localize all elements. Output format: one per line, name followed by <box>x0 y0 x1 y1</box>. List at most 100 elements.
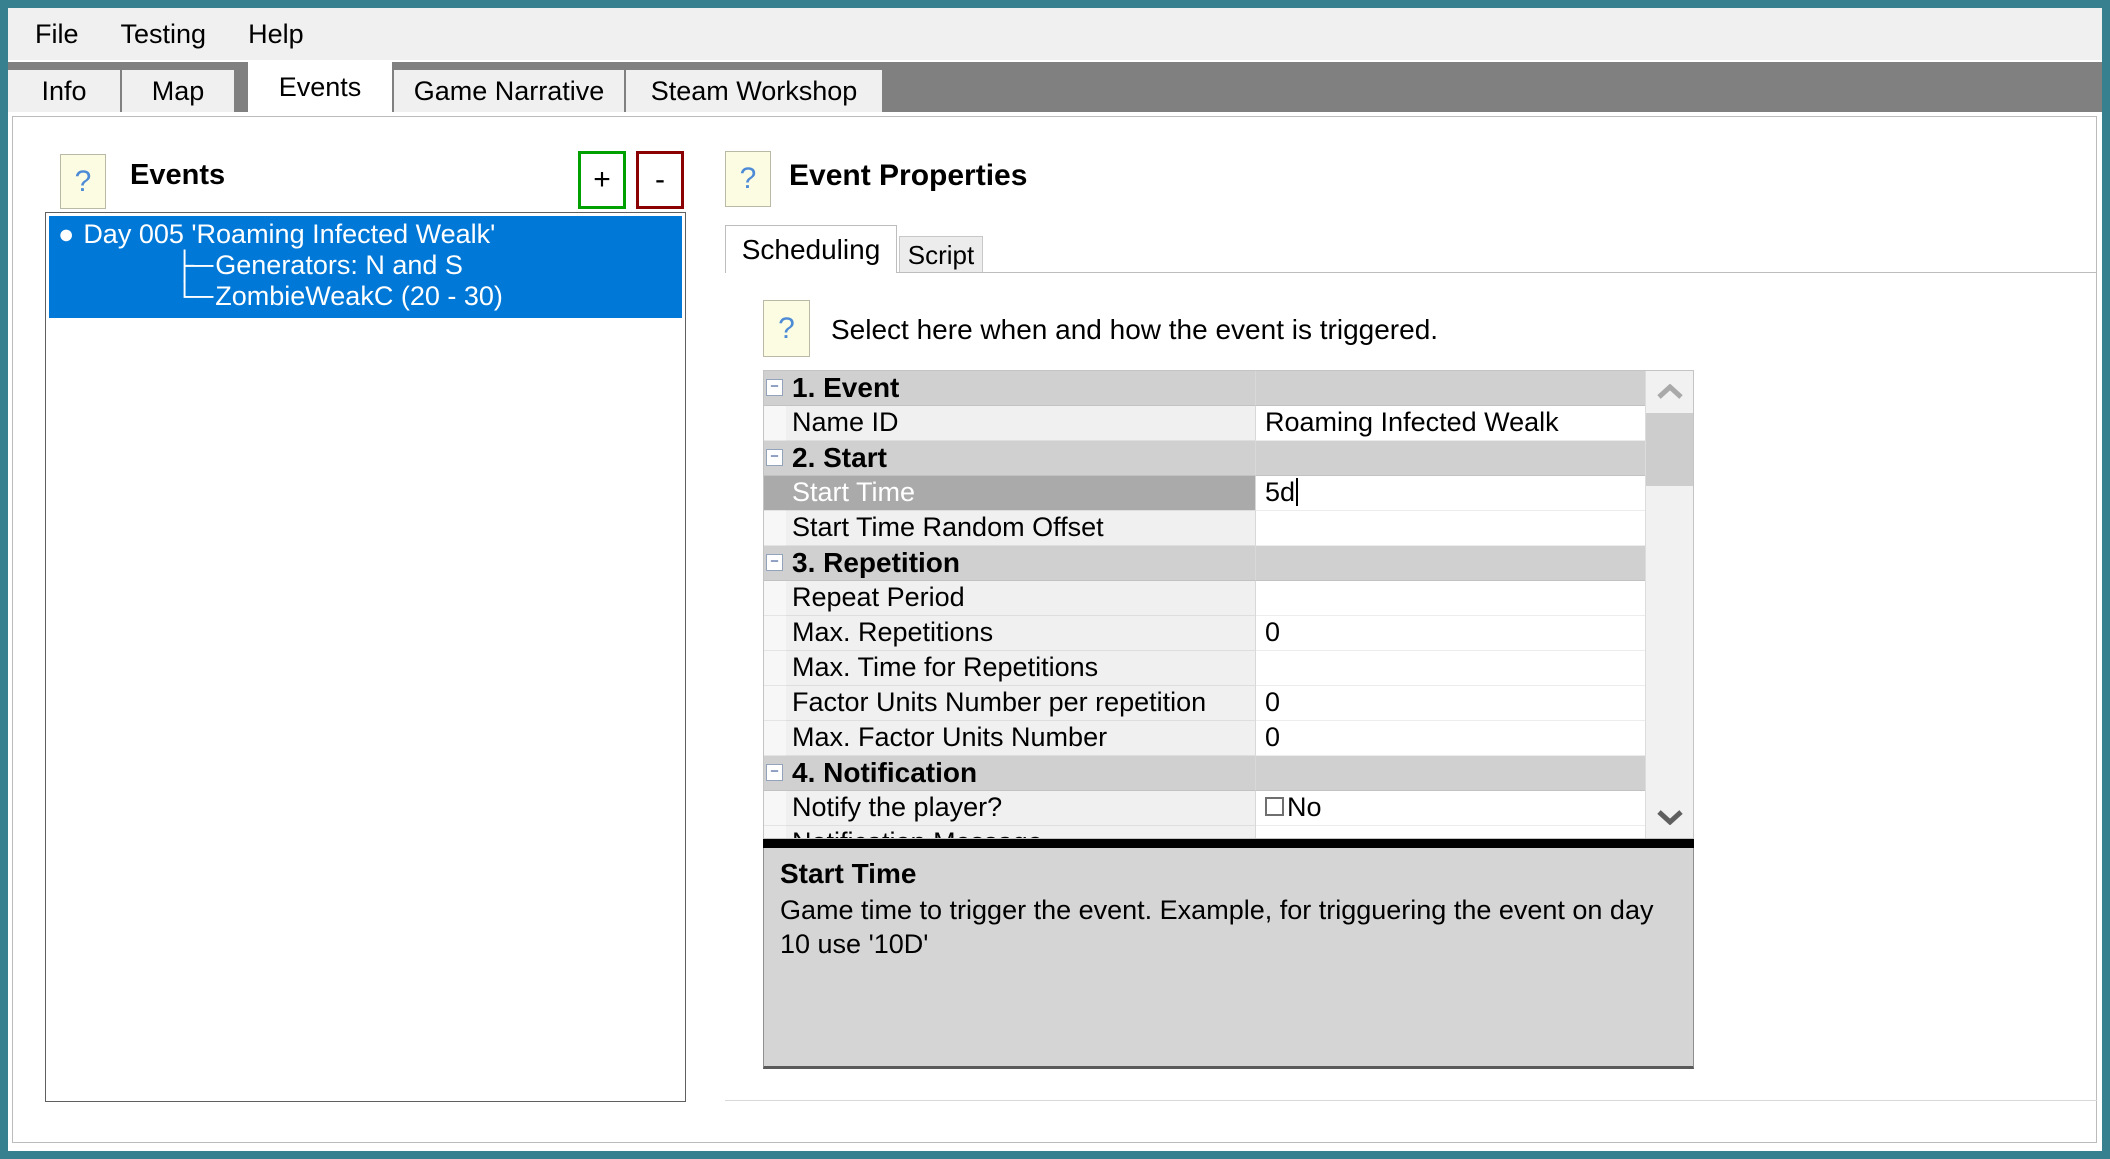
add-event-button[interactable]: + <box>578 151 626 209</box>
property-row[interactable]: Max. Time for Repetitions <box>764 651 1646 686</box>
property-value[interactable]: 0 <box>1256 616 1646 651</box>
main-tab[interactable]: Game Narrative <box>394 70 624 112</box>
main-tab[interactable]: Info <box>8 70 120 112</box>
property-grid-rows: − 1. Event Name ID Roaming Infected Weal… <box>764 371 1646 839</box>
row-gutter <box>764 791 786 826</box>
properties-help-button[interactable]: ? <box>725 151 771 207</box>
remove-event-button[interactable]: - <box>636 151 684 209</box>
property-label: Notification Message <box>786 826 1256 839</box>
property-row[interactable]: Start Time Random Offset <box>764 511 1646 546</box>
content-panel: ? Events + - ●Day 005 'Roaming Infected … <box>12 116 2097 1143</box>
events-tree[interactable]: ●Day 005 'Roaming Infected Wealk'├─Gener… <box>45 212 686 1102</box>
property-value[interactable] <box>1256 651 1646 686</box>
checkbox-icon[interactable] <box>1265 797 1284 816</box>
property-label: Notify the player? <box>786 791 1256 826</box>
tree-item-label: Day 005 'Roaming Infected Wealk' <box>83 219 495 249</box>
property-row[interactable]: − 4. Notification <box>764 756 1646 791</box>
property-row[interactable]: Repeat Period <box>764 581 1646 616</box>
grid-scrollbar[interactable] <box>1645 371 1693 838</box>
property-value[interactable]: Roaming Infected Wealk <box>1256 406 1646 441</box>
property-row[interactable]: Notification Message <box>764 826 1646 839</box>
scroll-down-button[interactable] <box>1646 796 1693 838</box>
tree-branch-icon: ├─ <box>175 250 213 280</box>
property-value-text: No <box>1287 792 1322 822</box>
events-panel-title: Events <box>130 159 225 192</box>
collapse-icon[interactable]: − <box>766 554 783 571</box>
property-value[interactable] <box>1256 826 1646 839</box>
scrollbar-thumb[interactable] <box>1646 413 1693 486</box>
scheduling-help-button[interactable]: ? <box>763 300 810 357</box>
property-value[interactable] <box>1256 441 1646 476</box>
property-label: Start Time Random Offset <box>786 511 1256 546</box>
tree-item[interactable]: ├─Generators: N and S <box>49 250 682 281</box>
property-value-text: 0 <box>1265 687 1280 717</box>
tree-item[interactable]: ●Day 005 'Roaming Infected Wealk' <box>49 219 682 250</box>
property-description-panel: Start Time Game time to trigger the even… <box>763 848 1694 1069</box>
scroll-up-button[interactable] <box>1646 371 1693 413</box>
property-label: 2. Start <box>786 441 1256 476</box>
property-label: Start Time <box>786 476 1256 511</box>
property-value-text: 5d <box>1265 477 1295 507</box>
property-row[interactable]: Name ID Roaming Infected Wealk <box>764 406 1646 441</box>
collapse-icon[interactable]: − <box>766 764 783 781</box>
scheduling-hint-text: Select here when and how the event is tr… <box>831 314 1438 346</box>
scroll-up-icon <box>1656 384 1684 400</box>
selected-tree-node[interactable]: ●Day 005 'Roaming Infected Wealk'├─Gener… <box>49 216 682 318</box>
tree-item-label: ZombieWeakC (20 - 30) <box>215 281 503 311</box>
property-value[interactable] <box>1256 546 1646 581</box>
row-gutter <box>764 686 786 721</box>
tree-branch-icon: └─ <box>175 281 213 311</box>
collapse-icon[interactable]: − <box>766 379 783 396</box>
main-tab[interactable]: Steam Workshop <box>626 70 882 112</box>
events-help-button[interactable]: ? <box>60 154 106 209</box>
property-row[interactable]: Factor Units Number per repetition 0 <box>764 686 1646 721</box>
property-row[interactable]: Max. Factor Units Number 0 <box>764 721 1646 756</box>
menu-item[interactable]: Testing <box>100 8 228 60</box>
property-value[interactable] <box>1256 371 1646 406</box>
menu-item[interactable]: Help <box>227 8 325 60</box>
properties-tab[interactable]: Script <box>899 236 983 273</box>
property-label: Max. Factor Units Number <box>786 721 1256 756</box>
menu-item[interactable]: File <box>14 8 100 60</box>
menu-bar: FileTestingHelp <box>8 8 2102 60</box>
row-gutter <box>764 616 786 651</box>
tab-page-top-border <box>725 272 2097 273</box>
property-label: Factor Units Number per repetition <box>786 686 1256 721</box>
main-tab[interactable]: Map <box>122 70 234 112</box>
property-value[interactable]: 0 <box>1256 721 1646 756</box>
property-value[interactable]: 5d <box>1256 476 1646 511</box>
property-value-text: 0 <box>1265 617 1280 647</box>
main-tab-strip: InfoMap EventsGame NarrativeSteam Worksho… <box>8 62 2102 112</box>
row-gutter <box>764 826 786 839</box>
property-label: Max. Repetitions <box>786 616 1256 651</box>
grid-description-splitter[interactable] <box>763 839 1694 848</box>
property-row[interactable]: − 1. Event <box>764 371 1646 406</box>
row-gutter <box>764 581 786 616</box>
property-label: Repeat Period <box>786 581 1256 616</box>
property-value[interactable] <box>1256 756 1646 791</box>
properties-tab[interactable]: Scheduling <box>725 225 897 273</box>
collapse-icon[interactable]: − <box>766 449 783 466</box>
property-value[interactable] <box>1256 581 1646 616</box>
property-label: 4. Notification <box>786 756 1256 791</box>
property-row[interactable]: Start Time 5d <box>764 476 1646 511</box>
property-row[interactable]: Max. Repetitions 0 <box>764 616 1646 651</box>
property-value-text: Roaming Infected Wealk <box>1265 407 1559 437</box>
row-gutter <box>764 651 786 686</box>
row-gutter <box>764 511 786 546</box>
property-value[interactable] <box>1256 511 1646 546</box>
property-value[interactable]: No <box>1256 791 1646 826</box>
tree-item[interactable]: └─ZombieWeakC (20 - 30) <box>49 281 682 312</box>
scroll-down-icon <box>1656 809 1684 825</box>
property-label: Max. Time for Repetitions <box>786 651 1256 686</box>
main-tab[interactable]: Events <box>248 62 392 112</box>
row-gutter <box>764 476 786 511</box>
row-gutter: − <box>764 441 786 476</box>
property-value[interactable]: 0 <box>1256 686 1646 721</box>
property-row[interactable]: − 3. Repetition <box>764 546 1646 581</box>
row-gutter <box>764 721 786 756</box>
row-gutter: − <box>764 546 786 581</box>
property-grid[interactable]: − 1. Event Name ID Roaming Infected Weal… <box>763 370 1694 839</box>
property-row[interactable]: − 2. Start <box>764 441 1646 476</box>
property-row[interactable]: Notify the player? No <box>764 791 1646 826</box>
